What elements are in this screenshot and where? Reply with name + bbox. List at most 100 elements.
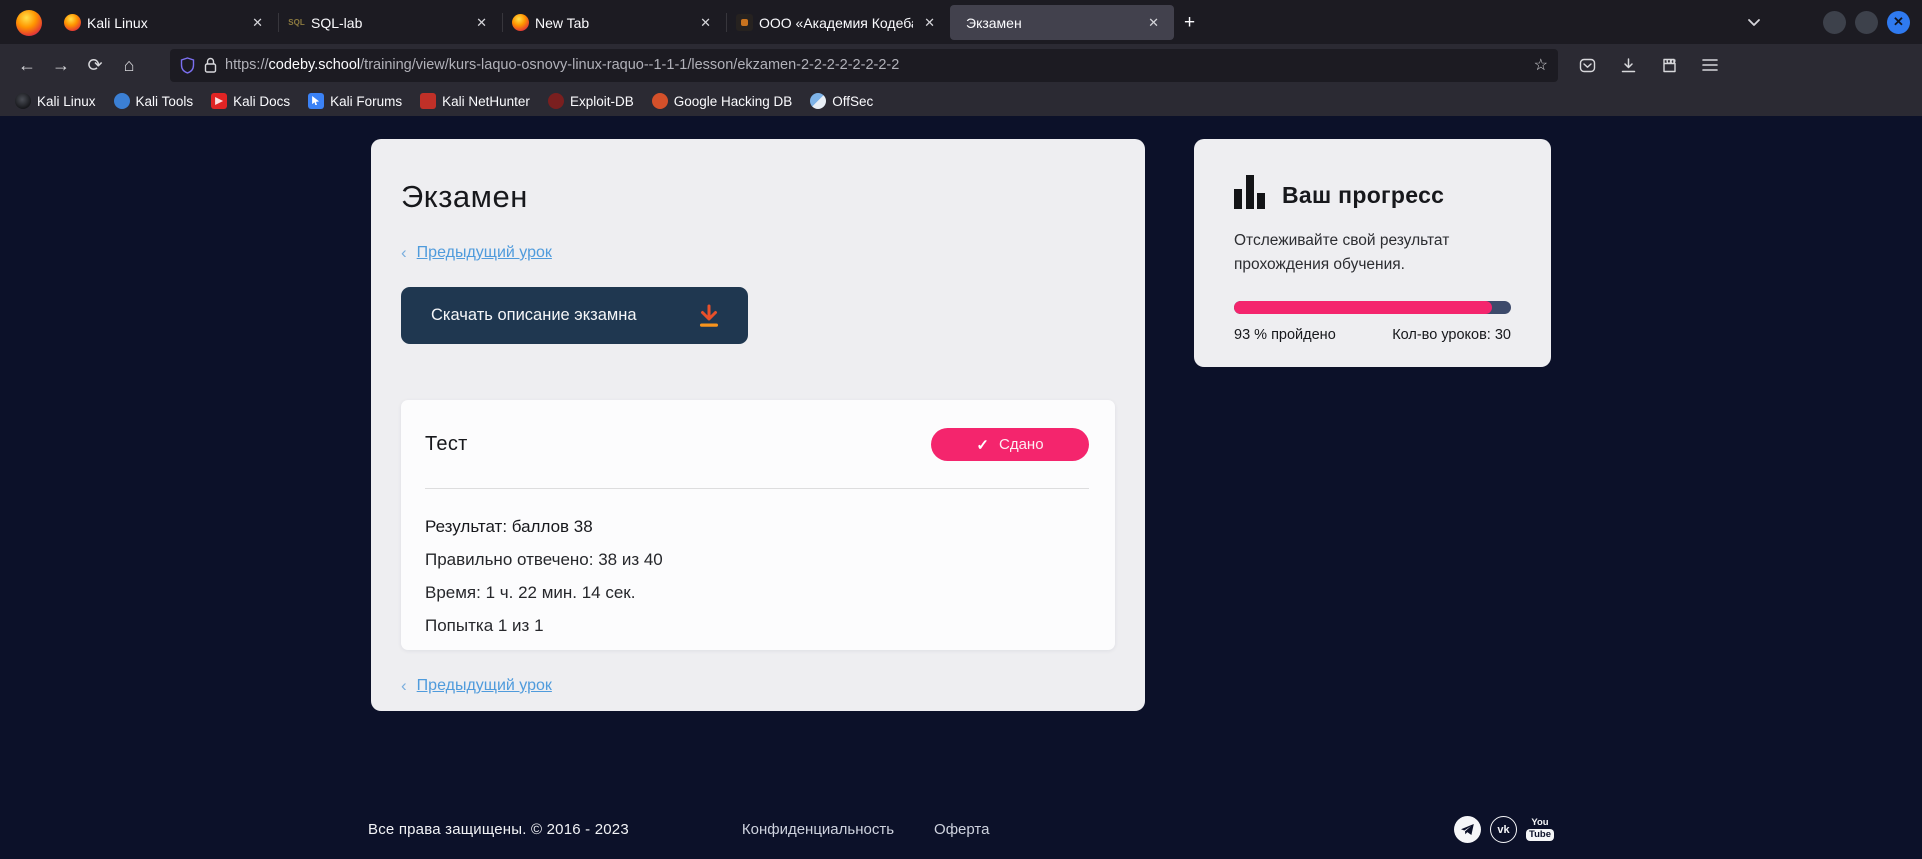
- window-controls: ✕: [1746, 0, 1910, 44]
- progress-bar-fill: [1234, 301, 1492, 314]
- tab-close-icon[interactable]: ✕: [1143, 13, 1164, 33]
- kali-nethunter-icon: [420, 93, 436, 109]
- check-icon: ✓: [976, 436, 989, 454]
- page-footer: Все права защищены. © 2016 - 2023 Конфид…: [368, 816, 1554, 843]
- forward-button[interactable]: →: [44, 50, 78, 80]
- download-exam-description-button[interactable]: Скачать описание экзамна: [401, 287, 748, 344]
- tab-sql-lab[interactable]: SQL SQL-lab ✕: [278, 5, 502, 40]
- tab-separator: [726, 13, 727, 32]
- tab-title: ООО «Академия Кодеба: [759, 15, 913, 31]
- firefox-icon: [64, 14, 81, 31]
- tab-close-icon[interactable]: ✕: [471, 13, 492, 33]
- bookmark-label: Kali Tools: [136, 94, 194, 109]
- time-spent-line: Время: 1 ч. 22 мин. 14 сек.: [425, 583, 1089, 603]
- telegram-icon[interactable]: [1454, 816, 1481, 843]
- kali-forums-icon: [308, 93, 324, 109]
- lock-icon[interactable]: [204, 57, 217, 73]
- list-all-tabs-chevron-icon[interactable]: [1746, 14, 1762, 30]
- privacy-link[interactable]: Конфиденциальность: [742, 821, 894, 838]
- attempt-line: Попытка 1 из 1: [425, 616, 1089, 636]
- exploit-db-icon: [548, 93, 564, 109]
- prev-lesson-link-top[interactable]: ‹ Предыдущий урок: [401, 243, 1115, 263]
- codeby-icon: [736, 14, 753, 31]
- bookmark-exploit-db[interactable]: Exploit-DB: [541, 90, 641, 112]
- correct-answers-line: Правильно отвечено: 38 из 40: [425, 550, 1089, 570]
- tab-title: Kali Linux: [87, 15, 241, 31]
- bookmark-google-hacking-db[interactable]: Google Hacking DB: [645, 90, 800, 112]
- result-score-line: Результат: баллов 38: [425, 517, 1089, 537]
- prev-lesson-link-bottom[interactable]: ‹ Предыдущий урок: [401, 676, 1115, 696]
- kali-docs-icon: [211, 93, 227, 109]
- page-title: Экзамен: [401, 179, 1115, 215]
- tab-separator: [278, 13, 279, 32]
- tab-academy-codeby[interactable]: ООО «Академия Кодеба ✕: [726, 5, 950, 40]
- progress-description: Отслеживайте свой результат прохождения …: [1234, 229, 1474, 277]
- close-window-button[interactable]: ✕: [1887, 11, 1910, 34]
- chevron-left-icon: ‹: [401, 243, 407, 263]
- bookmark-kali-tools[interactable]: Kali Tools: [107, 90, 201, 112]
- bookmarks-bar: Kali Linux Kali Tools Kali Docs Kali For…: [0, 86, 1922, 116]
- pocket-save-icon[interactable]: [1570, 50, 1604, 80]
- exam-card: Экзамен ‹ Предыдущий урок Скачать описан…: [371, 139, 1145, 711]
- bookmark-kali-forums[interactable]: Kali Forums: [301, 90, 409, 112]
- bookmark-label: Kali Forums: [330, 94, 402, 109]
- tab-title: New Tab: [535, 15, 689, 31]
- tab-close-icon[interactable]: ✕: [695, 13, 716, 33]
- progress-percent-label: 93 % пройдено: [1234, 327, 1336, 343]
- tab-close-icon[interactable]: ✕: [919, 13, 940, 33]
- tab-ekzamen-active[interactable]: Экзамен ✕: [950, 5, 1174, 40]
- tab-close-icon[interactable]: ✕: [247, 13, 268, 33]
- page-content: Экзамен ‹ Предыдущий урок Скачать описан…: [0, 116, 1922, 859]
- youtube-icon[interactable]: You Tube: [1526, 818, 1554, 841]
- chevron-left-icon: ‹: [401, 676, 407, 696]
- progress-bar: [1234, 301, 1511, 314]
- prev-lesson-label[interactable]: Предыдущий урок: [417, 244, 552, 262]
- minimize-button[interactable]: [1823, 11, 1846, 34]
- test-title: Тест: [425, 433, 468, 456]
- download-icon: [696, 302, 722, 330]
- firefox-icon: [512, 14, 529, 31]
- url-bar[interactable]: https://codeby.school/training/view/kurs…: [170, 49, 1558, 82]
- menu-hamburger-icon[interactable]: [1693, 50, 1727, 80]
- bookmark-label: Exploit-DB: [570, 94, 634, 109]
- bar-chart-icon: [1234, 175, 1265, 209]
- bookmark-kali-nethunter[interactable]: Kali NetHunter: [413, 90, 537, 112]
- bookmark-kali-linux[interactable]: Kali Linux: [8, 90, 103, 112]
- progress-title: Ваш прогресс: [1282, 182, 1444, 209]
- url-text: https://codeby.school/training/view/kurs…: [225, 57, 1534, 73]
- kali-linux-icon: [15, 93, 31, 109]
- bookmark-kali-docs[interactable]: Kali Docs: [204, 90, 297, 112]
- toolbar-icons: [1570, 50, 1727, 80]
- bookmark-label: Kali Docs: [233, 94, 290, 109]
- tab-kali-linux[interactable]: Kali Linux ✕: [54, 5, 278, 40]
- firefox-app-icon[interactable]: [16, 10, 42, 36]
- status-badge-passed[interactable]: ✓ Сдано: [931, 428, 1089, 461]
- test-result-card: Тест ✓ Сдано Результат: баллов 38 Правил…: [401, 400, 1115, 650]
- vk-icon[interactable]: vk: [1490, 816, 1517, 843]
- copyright-text: Все права защищены. © 2016 - 2023: [368, 821, 629, 838]
- tab-title: SQL-lab: [311, 15, 465, 31]
- google-hacking-db-icon: [652, 93, 668, 109]
- tab-new-tab[interactable]: New Tab ✕: [502, 5, 726, 40]
- bookmark-star-icon[interactable]: ☆: [1534, 55, 1548, 75]
- tab-title: Экзамен: [966, 15, 1137, 31]
- bookmark-label: Kali NetHunter: [442, 94, 530, 109]
- progress-card: Ваш прогресс Отслеживайте свой результат…: [1194, 139, 1551, 367]
- divider: [425, 488, 1089, 489]
- bookmark-label: Google Hacking DB: [674, 94, 793, 109]
- new-tab-button[interactable]: +: [1174, 10, 1205, 36]
- downloads-icon[interactable]: [1611, 50, 1645, 80]
- back-button[interactable]: ←: [10, 50, 44, 80]
- home-button[interactable]: ⌂: [112, 50, 146, 80]
- shield-icon[interactable]: [180, 57, 195, 74]
- offer-link[interactable]: Оферта: [934, 821, 989, 838]
- prev-lesson-label[interactable]: Предыдущий урок: [417, 677, 552, 695]
- download-button-label: Скачать описание экзамна: [431, 306, 637, 325]
- bookmark-label: OffSec: [832, 94, 873, 109]
- bookmark-label: Kali Linux: [37, 94, 96, 109]
- maximize-button[interactable]: [1855, 11, 1878, 34]
- reload-button[interactable]: ⟳: [78, 50, 112, 80]
- bookmark-offsec[interactable]: OffSec: [803, 90, 880, 112]
- status-label: Сдано: [999, 436, 1044, 453]
- extensions-puzzle-icon[interactable]: [1652, 50, 1686, 80]
